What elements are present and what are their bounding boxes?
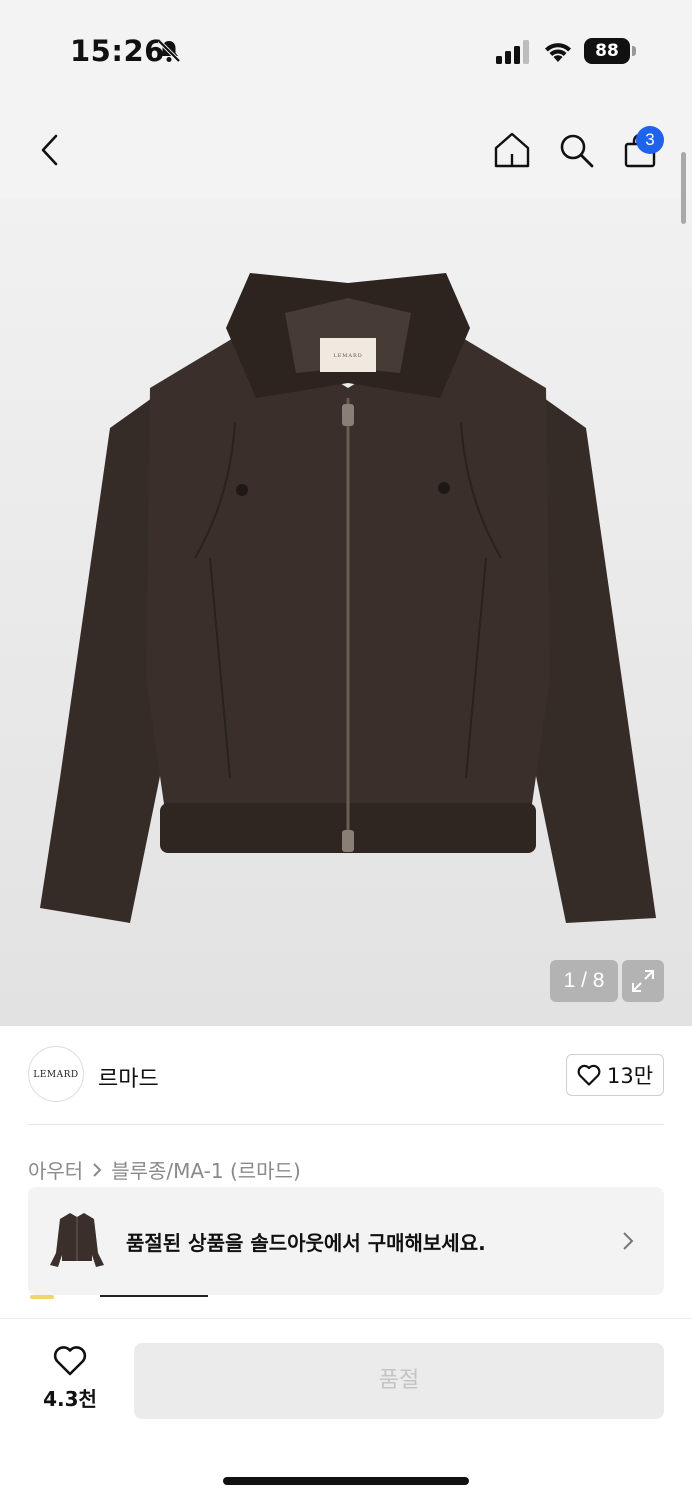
home-indicator xyxy=(223,1477,469,1485)
brand-name[interactable]: 르마드 xyxy=(98,1061,159,1093)
top-nav-bar xyxy=(0,100,692,198)
soldout-button[interactable]: 품절 xyxy=(134,1343,664,1419)
expand-image-button[interactable] xyxy=(622,960,664,1002)
wishlist-button[interactable]: 4.3천 xyxy=(30,1345,110,1419)
breadcrumb-subcategory[interactable]: 블루종/MA-1 (르마드) xyxy=(111,1155,301,1184)
heart-icon xyxy=(577,1064,601,1086)
breadcrumb: 아우터 블루종/MA-1 (르마드) xyxy=(28,1155,301,1184)
home-icon xyxy=(494,132,530,168)
product-image-gallery[interactable]: LEMARD 1 / 8 xyxy=(0,198,692,1026)
home-button[interactable] xyxy=(488,126,536,174)
rating-stars-peek xyxy=(30,1295,54,1299)
wishlist-count: 4.3천 xyxy=(43,1387,97,1411)
chevron-right-icon xyxy=(623,1232,634,1250)
status-time: 15:26 xyxy=(70,34,165,68)
heart-icon xyxy=(53,1346,87,1376)
brand-like-button[interactable]: 13만 xyxy=(566,1054,664,1096)
brand-logo[interactable]: LEMARD xyxy=(28,1046,84,1102)
back-button[interactable] xyxy=(26,126,74,174)
battery-level: 88 xyxy=(584,38,630,64)
cart-count-badge: 3 xyxy=(636,126,664,154)
battery-icon: 88 xyxy=(584,38,636,64)
brand-row: LEMARD 르마드 13만 xyxy=(0,1026,692,1126)
expand-icon xyxy=(632,970,654,992)
brand-like-count: 13만 xyxy=(606,1064,654,1088)
banner-product-thumbnail xyxy=(50,1213,104,1267)
search-icon xyxy=(560,134,594,168)
bottom-action-bar: 4.3천 품절 xyxy=(0,1318,692,1500)
image-counter: 1 / 8 xyxy=(550,960,618,1002)
divider xyxy=(28,1124,664,1125)
breadcrumb-category[interactable]: 아우터 xyxy=(28,1155,83,1184)
status-bar: 15:26 88 xyxy=(0,0,692,100)
banner-text: 품절된 상품을 솔드아웃에서 구매해보세요. xyxy=(126,1231,486,1255)
scrollbar[interactable] xyxy=(681,152,686,224)
signal-icon xyxy=(496,40,529,64)
search-button[interactable] xyxy=(552,126,600,174)
soldout-promo-banner[interactable]: 품절된 상품을 솔드아웃에서 구매해보세요. xyxy=(28,1187,664,1295)
back-arrow-icon xyxy=(41,134,58,166)
wifi-icon xyxy=(545,43,571,62)
bell-slash-icon xyxy=(157,39,181,63)
chevron-right-icon xyxy=(93,1162,102,1177)
product-image: LEMARD xyxy=(40,273,656,923)
underline-peek xyxy=(100,1295,208,1297)
jacket-label-text: LEMARD xyxy=(333,353,362,359)
